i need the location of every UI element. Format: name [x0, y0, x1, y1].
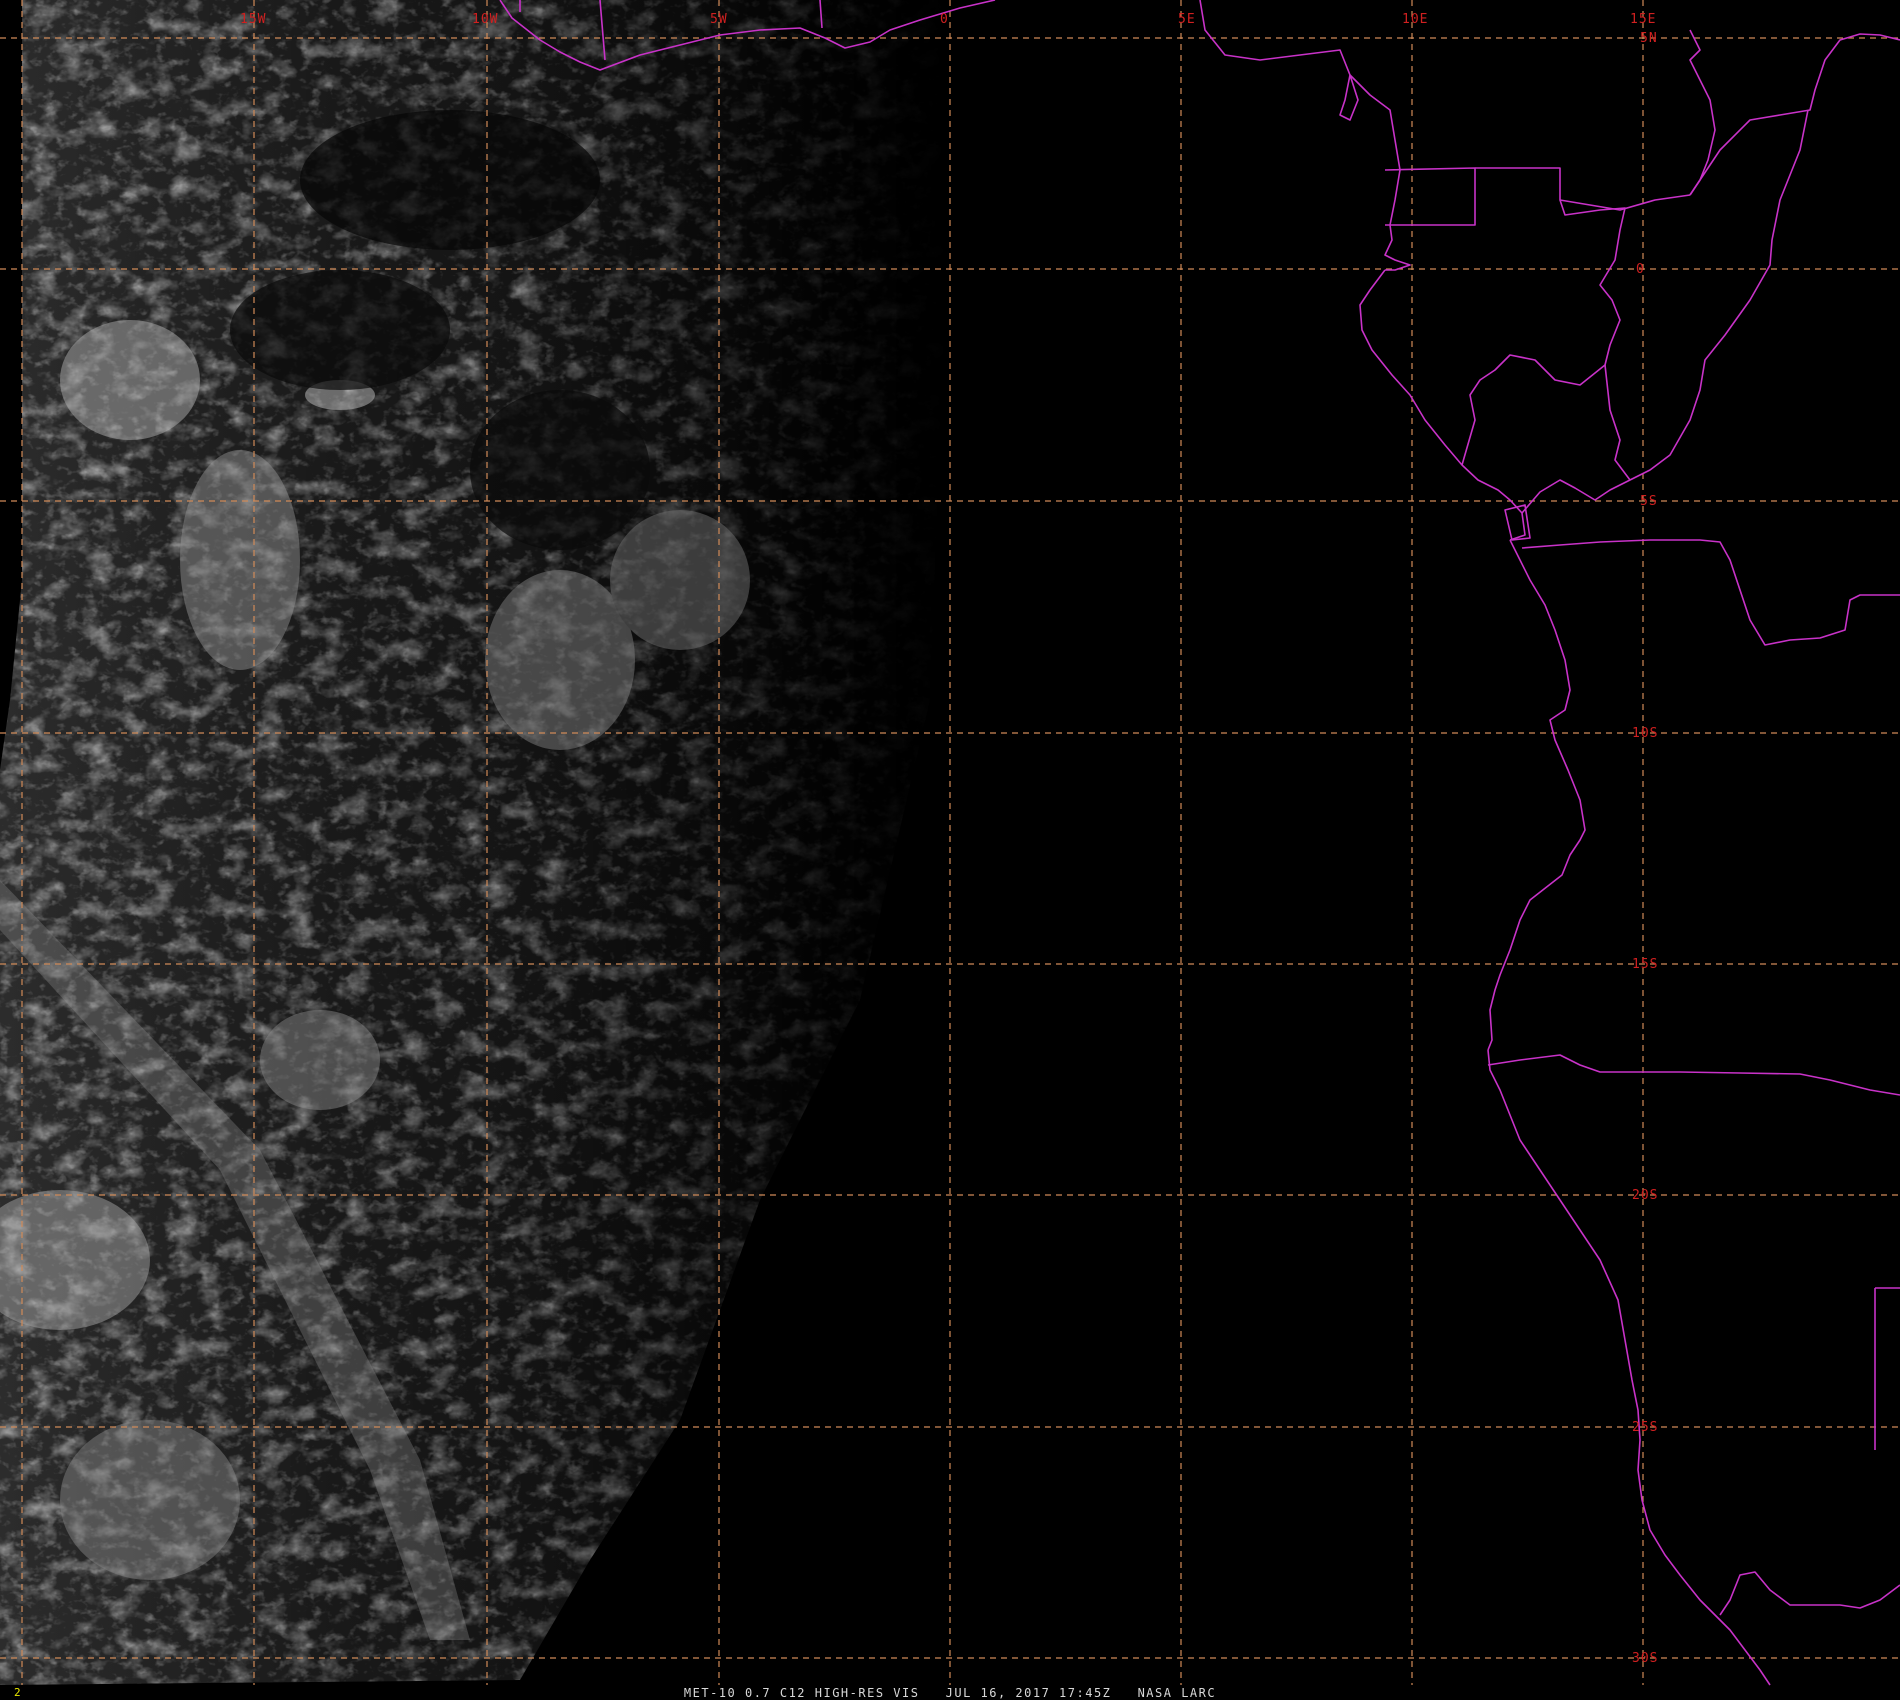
lat-label-15s: 15S — [1632, 957, 1658, 972]
lon-label-5w: 5W — [710, 12, 728, 27]
lat-label-30s: 30S — [1632, 1651, 1658, 1666]
lat-label-5s: 5S — [1640, 494, 1658, 509]
lat-label-25s: 25S — [1632, 1420, 1658, 1435]
lon-label-15e: 15E — [1630, 12, 1656, 27]
lon-label-15w: 15W — [240, 12, 266, 27]
lat-label-0: 0 — [1636, 262, 1645, 277]
lon-label-5e: 5E — [1178, 12, 1196, 27]
latitude-labels: 5N 0 5S 10S 15S 20S 25S 30S — [1632, 31, 1658, 1666]
cloud-imagery — [0, 0, 960, 1685]
lon-label-0: 0 — [940, 12, 949, 27]
image-caption: MET-10 0.7 C12 HIGH-RES VIS JUL 16, 2017… — [683, 1686, 1217, 1700]
satellite-map: 15W 10W 5W 0 5E 10E 15E 5N 0 5S 10S 15S … — [0, 0, 1900, 1686]
lon-label-10e: 10E — [1402, 12, 1428, 27]
lat-label-20s: 20S — [1632, 1188, 1658, 1203]
lat-label-10s: 10S — [1632, 726, 1658, 741]
lat-label-5n: 5N — [1640, 31, 1658, 46]
lon-label-10w: 10W — [472, 12, 498, 27]
